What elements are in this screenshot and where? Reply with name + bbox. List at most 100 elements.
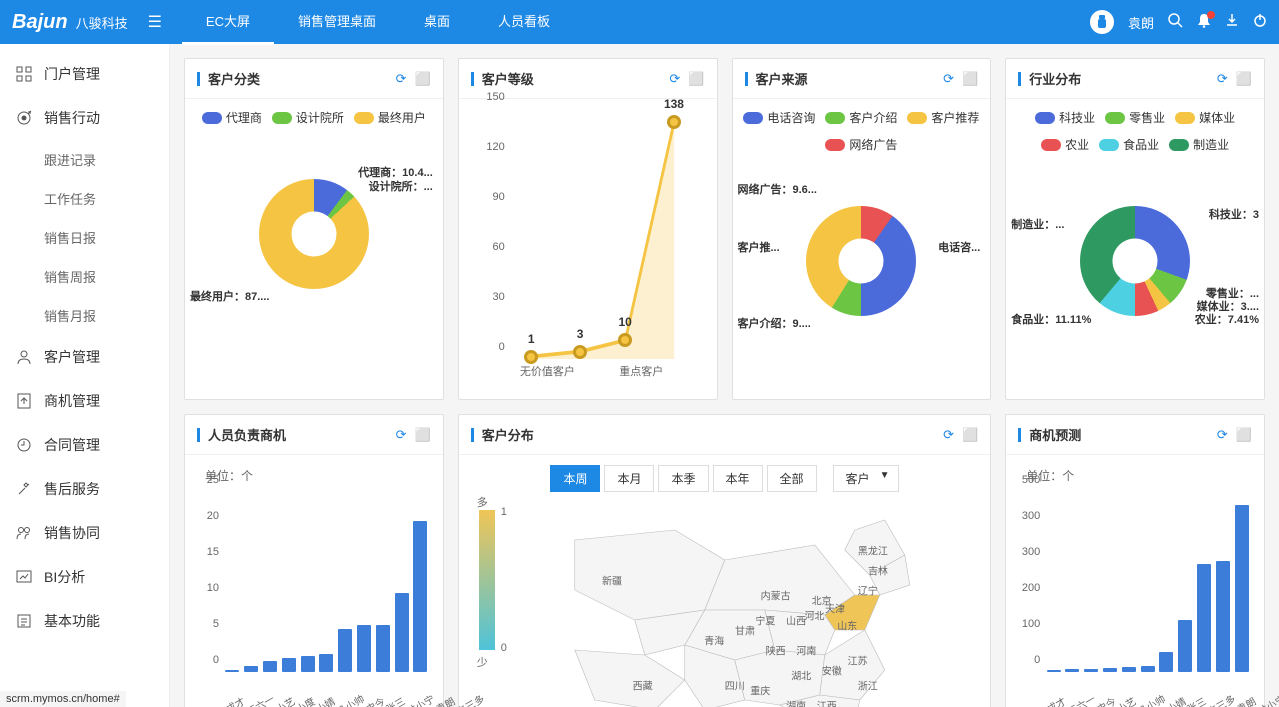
sidebar-subitem[interactable]: 跟进记录 [0,140,169,179]
donut-chart [1080,206,1190,316]
refresh-icon[interactable]: ⟳ [396,427,407,443]
expand-icon[interactable]: ⬜ [688,71,704,87]
tab-ec[interactable]: EC大屏 [182,0,274,45]
search-icon[interactable] [1168,13,1183,32]
data-point: 138 [667,115,681,129]
card-customer-source: 客户来源 ⟳⬜ 电话咨询客户介绍客户推荐网络广告 网络广告：9.6... 客户推… [732,58,992,400]
province-label: 河北 [805,608,825,623]
refresh-icon[interactable]: ⟳ [1217,427,1228,443]
username[interactable]: 袁朗 [1128,13,1154,32]
legend-label: 客户推荐 [931,109,979,126]
legend-item[interactable]: 客户推荐 [907,109,979,126]
legend-item[interactable]: 制造业 [1169,136,1229,153]
sidebar-subitem[interactable]: 销售月报 [0,296,169,335]
download-icon[interactable] [1225,13,1239,31]
expand-icon[interactable]: ⬜ [962,427,978,443]
legend-label: 客户介绍 [849,109,897,126]
card-title: 人员负责商机 [208,425,396,444]
pill-quarter[interactable]: 本季 [658,465,708,492]
tab-people-board[interactable]: 人员看板 [474,0,574,45]
x-label: 重点客户 [619,363,663,379]
donut-label: 制造业：... [1011,216,1064,232]
legend-label: 农业 [1065,136,1089,153]
sidebar-item-label: 销售协同 [44,523,100,543]
sidebar-item-team[interactable]: 销售协同 [0,511,169,555]
legend-item[interactable]: 科技业 [1035,109,1095,126]
x-label: 甘小宁 [1255,691,1279,707]
sidebar-item-chart[interactable]: BI分析 [0,555,169,599]
legend-item[interactable]: 农业 [1041,136,1089,153]
legend-item[interactable]: 网络广告 [825,136,897,153]
legend-label: 科技业 [1059,109,1095,126]
bar-column [263,661,278,672]
province-label: 湖南 [786,698,806,707]
y-tick: 15 [207,546,219,558]
refresh-icon[interactable]: ⟳ [943,71,954,87]
tab-desktop[interactable]: 桌面 [400,0,474,45]
sidebar-item-person[interactable]: 客户管理 [0,335,169,379]
refresh-icon[interactable]: ⟳ [943,427,954,443]
refresh-icon[interactable]: ⟳ [1217,71,1228,87]
sidebar-item-grid[interactable]: 门户管理 [0,52,169,96]
x-label: 马小帅 [1135,691,1168,707]
hamburger-icon[interactable]: ☰ [148,12,162,32]
sidebar-item-label: 合同管理 [44,435,100,455]
tab-sales-desk[interactable]: 销售管理桌面 [274,0,400,45]
refresh-icon[interactable]: ⟳ [669,71,680,87]
sidebar-item-target[interactable]: 销售行动 [0,96,169,140]
bar-chart: 0510152025 成才伍六一小艺小度小婧马小帅史今张三甘小宁袁朗许三多 [195,492,433,707]
province-label: 西藏 [633,678,653,693]
legend-item[interactable]: 设计院所 [272,109,344,126]
pill-all[interactable]: 全部 [767,465,817,492]
sidebar-subitem[interactable]: 销售日报 [0,218,169,257]
province-label: 内蒙古 [761,588,791,603]
province-label: 河南 [796,643,816,658]
expand-icon[interactable]: ⬜ [415,427,431,443]
bar-rect [263,661,277,672]
power-icon[interactable] [1253,13,1267,31]
legend-swatch [1035,112,1055,124]
province-label: 浙江 [858,678,878,693]
expand-icon[interactable]: ⬜ [1236,71,1252,87]
pill-week[interactable]: 本周 [550,465,600,492]
legend-swatch [907,112,927,124]
china-map: 多 1 0 少 [469,500,981,707]
sidebar-item-doc[interactable]: 商机管理 [0,379,169,423]
expand-icon[interactable]: ⬜ [1236,427,1252,443]
sidebar-subitem[interactable]: 工作任务 [0,179,169,218]
card-industry: 行业分布 ⟳⬜ 科技业零售业媒体业农业食品业制造业 科技业：3 零售业：... … [1005,58,1265,400]
bell-icon[interactable] [1197,13,1211,32]
legend-item[interactable]: 媒体业 [1175,109,1235,126]
legend-item[interactable]: 最终用户 [354,109,426,126]
sidebar-item-label: 售后服务 [44,479,100,499]
chart-icon [16,569,34,585]
pill-month[interactable]: 本月 [604,465,654,492]
x-label: 马小帅 [333,691,366,707]
donut-chart [259,179,369,289]
sidebar-subitem[interactable]: 销售周报 [0,257,169,296]
expand-icon[interactable]: ⬜ [415,71,431,87]
doc-icon [16,393,34,409]
data-point: 10 [618,333,632,347]
y-tick: 300 [1022,510,1040,522]
sidebar-item-tools[interactable]: 售后服务 [0,467,169,511]
dimension-select[interactable]: 客户 [833,465,899,492]
pill-year[interactable]: 本年 [713,465,763,492]
bar-column [300,656,315,672]
sidebar-item-list[interactable]: 基本功能 [0,599,169,643]
legend-item[interactable]: 客户介绍 [825,109,897,126]
refresh-icon[interactable]: ⟳ [396,71,407,87]
accent-bar [197,72,200,86]
legend-item[interactable]: 代理商 [202,109,262,126]
legend-item[interactable]: 零售业 [1105,109,1165,126]
bar-column [357,625,372,672]
y-tick: 20 [207,510,219,522]
sidebar-item-contract[interactable]: 合同管理 [0,423,169,467]
bar-rect [1047,670,1061,672]
province-label: 黑龙江 [858,543,888,558]
user-avatar[interactable] [1090,10,1114,34]
legend-item[interactable]: 食品业 [1099,136,1159,153]
legend-item[interactable]: 电话咨询 [743,109,815,126]
expand-icon[interactable]: ⬜ [962,71,978,87]
bar-column [225,670,240,672]
